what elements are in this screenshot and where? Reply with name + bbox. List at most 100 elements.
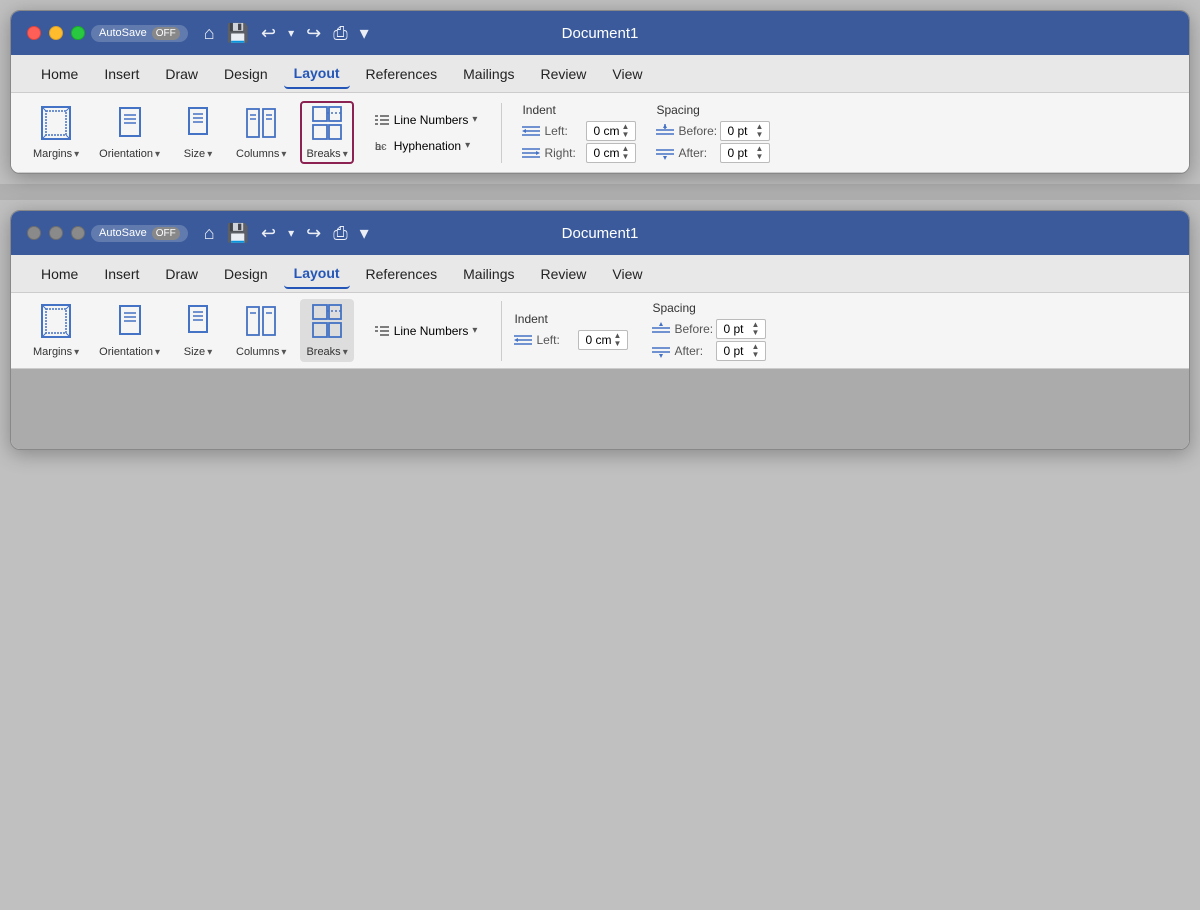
left-spinners-2[interactable]: ▲ ▼ [614,332,622,348]
spacing-label-1: Spacing [656,103,770,117]
undo-icon[interactable]: ↩ [257,21,280,46]
maximize-button-2[interactable] [71,226,85,240]
margins-icon-1 [38,105,74,146]
print-icon-2[interactable]: ⎙ [329,221,351,246]
columns-icon-2 [243,303,279,344]
menu-draw-2[interactable]: Draw [155,260,208,288]
autosave-state-2[interactable]: OFF [152,227,180,240]
minimize-button[interactable] [49,26,63,40]
menu-insert-2[interactable]: Insert [94,260,149,288]
after-label-1: After: [678,146,716,160]
before-value-2[interactable]: 0 pt ▲ ▼ [716,319,766,339]
redo-icon[interactable]: ↪ [302,21,325,46]
before-value-1[interactable]: 0 pt ▲ ▼ [720,121,770,141]
window-1: Margins AutoSave OFF ⌂ 💾 ↩ ▾ ↪ ⎙ ▾ Docum… [10,10,1190,174]
hyphenation-icon-1: a- bc [374,138,390,154]
menu-draw-1[interactable]: Draw [155,60,208,88]
spacing-before-row-2: Before: 0 pt ▲ ▼ [652,319,766,339]
size-button-2[interactable]: Size ▾ [174,299,222,362]
autosave-state[interactable]: OFF [152,27,180,40]
margins-button-1[interactable]: Margins ▾ [27,101,85,164]
menu-design-2[interactable]: Design [214,260,278,288]
margins-button-2[interactable]: Margins ▾ [27,299,85,362]
menu-mailings-1[interactable]: Mailings [453,60,524,88]
menu-home-2[interactable]: Home [31,260,88,288]
after-down-1[interactable]: ▼ [756,153,764,161]
breaks-chevron-2: ▾ [343,347,348,358]
menu-view-1[interactable]: View [602,60,652,88]
menu-insert-1[interactable]: Insert [94,60,149,88]
left-indent-value-2[interactable]: 0 cm ▲ ▼ [578,330,628,350]
line-numbers-button-1[interactable]: Line Numbers ▾ [370,110,482,130]
line-area-1: Line Numbers ▾ a- bc Hyphenation ▾ [370,110,482,156]
print-icon[interactable]: ⎙ [329,21,351,46]
spacing-after-icon-1 [656,146,674,160]
save-icon[interactable]: 💾 [223,21,253,46]
left-indent-label-1: Left: [544,124,582,138]
columns-label-2: Columns [236,346,279,358]
menu-home-1[interactable]: Home [31,60,88,88]
orientation-button-2[interactable]: Orientation ▾ [93,299,166,362]
undo-arrow-2: ▾ [284,224,298,242]
breaks-label-2: Breaks [306,346,340,358]
right-indent-down-1[interactable]: ▼ [622,153,630,161]
menu-mailings-2[interactable]: Mailings [453,260,524,288]
left-indent-down-1[interactable]: ▼ [622,131,630,139]
after-spinners-1[interactable]: ▲ ▼ [756,145,764,161]
home-icon[interactable]: ⌂ [200,21,219,46]
redo-icon-2[interactable]: ↪ [302,221,325,246]
left-indent-value-1[interactable]: 0 cm ▲ ▼ [586,121,636,141]
menu-design-1[interactable]: Design [214,60,278,88]
line-numbers-icon-2 [374,323,390,339]
before-spinners-1[interactable]: ▲ ▼ [756,123,764,139]
columns-button-1[interactable]: Columns ▾ [230,101,292,164]
menu-review-2[interactable]: Review [530,260,596,288]
right-indent-value-1[interactable]: 0 cm ▲ ▼ [586,143,636,163]
size-label-1: Size [184,148,205,160]
autosave-toggle-2[interactable]: AutoSave OFF [91,225,188,242]
columns-chevron-1: ▾ [281,149,286,160]
save-icon-2[interactable]: 💾 [223,221,253,246]
size-icon-2 [180,303,216,344]
close-button[interactable] [27,26,41,40]
menu-layout-1[interactable]: Layout [284,59,350,89]
customize-icon[interactable]: ▾ [356,21,373,46]
size-label-2: Size [184,346,205,358]
minimize-button-2[interactable] [49,226,63,240]
after-value-1[interactable]: 0 pt ▲ ▼ [720,143,770,163]
maximize-button[interactable] [71,26,85,40]
document-area-2 [11,369,1189,449]
home-icon-2[interactable]: ⌂ [200,221,219,246]
left-indent-spinners-1[interactable]: ▲ ▼ [622,123,630,139]
menu-review-1[interactable]: Review [530,60,596,88]
breaks-button-2[interactable]: Breaks ▾ [300,299,353,362]
toolbar-icons-1: ⌂ 💾 ↩ ▾ ↪ ⎙ ▾ [200,21,373,46]
breaks-icon-2 [309,303,345,344]
line-numbers-icon-1 [374,112,390,128]
indent-label-2: Indent [514,312,628,326]
columns-button-2[interactable]: Columns ▾ [230,299,292,362]
before-spinners-2[interactable]: ▲ ▼ [752,321,760,337]
after-spinners-2[interactable]: ▲ ▼ [752,343,760,359]
undo-icon-2[interactable]: ↩ [257,221,280,246]
right-indent-spinners-1[interactable]: ▲ ▼ [622,145,630,161]
menu-references-2[interactable]: References [356,260,448,288]
breaks-button-1[interactable]: Breaks ▾ [300,101,353,164]
spacing-before-row-1: Before: 0 pt ▲ ▼ [656,121,770,141]
size-button-1[interactable]: Size ▾ [174,101,222,164]
menu-layout-2[interactable]: Layout [284,259,350,289]
before-down-1[interactable]: ▼ [756,131,764,139]
menu-bar-2: Home Insert Draw Design Layout Reference… [11,255,1189,293]
menu-view-2[interactable]: View [602,260,652,288]
menu-references-1[interactable]: References [356,60,448,88]
customize-icon-2[interactable]: ▾ [356,221,373,246]
orientation-button-1[interactable]: Orientation ▾ [93,101,166,164]
line-numbers-chevron-2: ▾ [472,325,477,336]
after-value-2[interactable]: 0 pt ▲ ▼ [716,341,766,361]
autosave-toggle[interactable]: Margins AutoSave OFF [91,25,188,42]
line-numbers-button-2[interactable]: Line Numbers ▾ [370,321,482,341]
ribbon-group-margins-1: Margins ▾ [27,101,85,164]
margins-icon-2 [38,303,74,344]
hyphenation-button-1[interactable]: a- bc Hyphenation ▾ [370,136,482,156]
close-button-2[interactable] [27,226,41,240]
